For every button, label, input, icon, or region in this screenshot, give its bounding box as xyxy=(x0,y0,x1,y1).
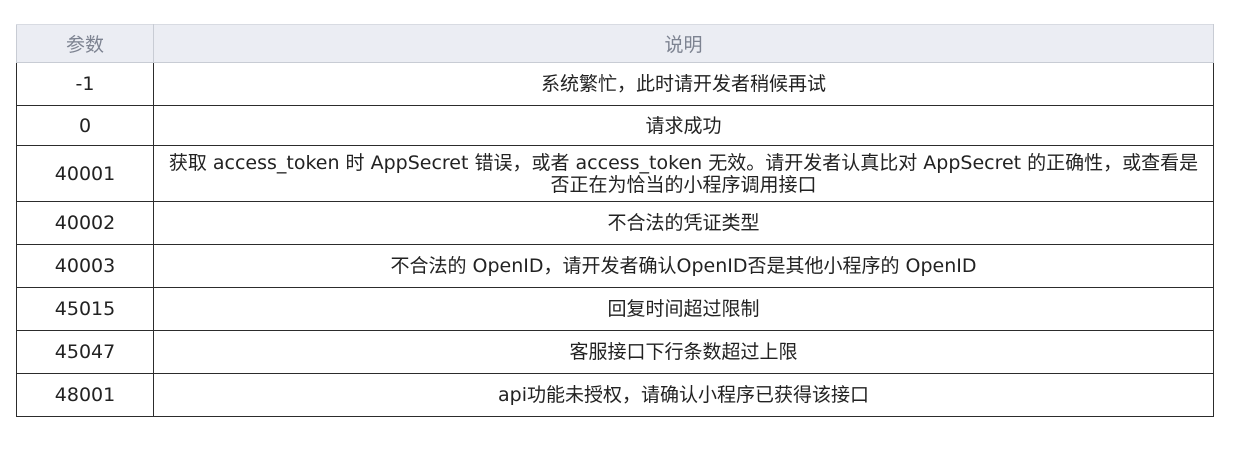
table-body: -1 系统繁忙，此时请开发者稍候再试 0 请求成功 40001 获取 acces… xyxy=(16,62,1214,417)
cell-description: 回复时间超过限制 xyxy=(153,287,1214,331)
cell-description: 请求成功 xyxy=(153,105,1214,146)
table-row: 45047 客服接口下行条数超过上限 xyxy=(16,330,1214,374)
error-code-table: 参数 说明 -1 系统繁忙，此时请开发者稍候再试 0 请求成功 40001 获取… xyxy=(16,24,1214,417)
cell-description: 系统繁忙，此时请开发者稍候再试 xyxy=(153,62,1214,106)
header-param: 参数 xyxy=(16,24,154,63)
cell-code: 40002 xyxy=(16,201,154,245)
table-row: 40001 获取 access_token 时 AppSecret 错误，或者 … xyxy=(16,145,1214,202)
table-row: 40003 不合法的 OpenID，请开发者确认OpenID否是其他小程序的 O… xyxy=(16,244,1214,288)
table-row: 48001 api功能未授权，请确认小程序已获得该接口 xyxy=(16,373,1214,417)
cell-description: api功能未授权，请确认小程序已获得该接口 xyxy=(153,373,1214,417)
cell-code: 45047 xyxy=(16,330,154,374)
cell-description: 不合法的 OpenID，请开发者确认OpenID否是其他小程序的 OpenID xyxy=(153,244,1214,288)
cell-code: 48001 xyxy=(16,373,154,417)
cell-description: 获取 access_token 时 AppSecret 错误，或者 access… xyxy=(153,145,1214,202)
table-row: 40002 不合法的凭证类型 xyxy=(16,201,1214,245)
header-row: 参数 说明 xyxy=(16,24,1214,63)
cell-code: 40003 xyxy=(16,244,154,288)
table-header: 参数 说明 xyxy=(16,24,1214,63)
cell-code: 0 xyxy=(16,105,154,146)
table-row: -1 系统繁忙，此时请开发者稍候再试 xyxy=(16,62,1214,106)
cell-description: 客服接口下行条数超过上限 xyxy=(153,330,1214,374)
table-row: 0 请求成功 xyxy=(16,105,1214,146)
header-description: 说明 xyxy=(153,24,1214,63)
table-row: 45015 回复时间超过限制 xyxy=(16,287,1214,331)
cell-code: 40001 xyxy=(16,145,154,202)
error-code-table-container: 参数 说明 -1 系统繁忙，此时请开发者稍候再试 0 请求成功 40001 获取… xyxy=(16,24,1214,417)
cell-code: 45015 xyxy=(16,287,154,331)
cell-code: -1 xyxy=(16,62,154,106)
cell-description: 不合法的凭证类型 xyxy=(153,201,1214,245)
